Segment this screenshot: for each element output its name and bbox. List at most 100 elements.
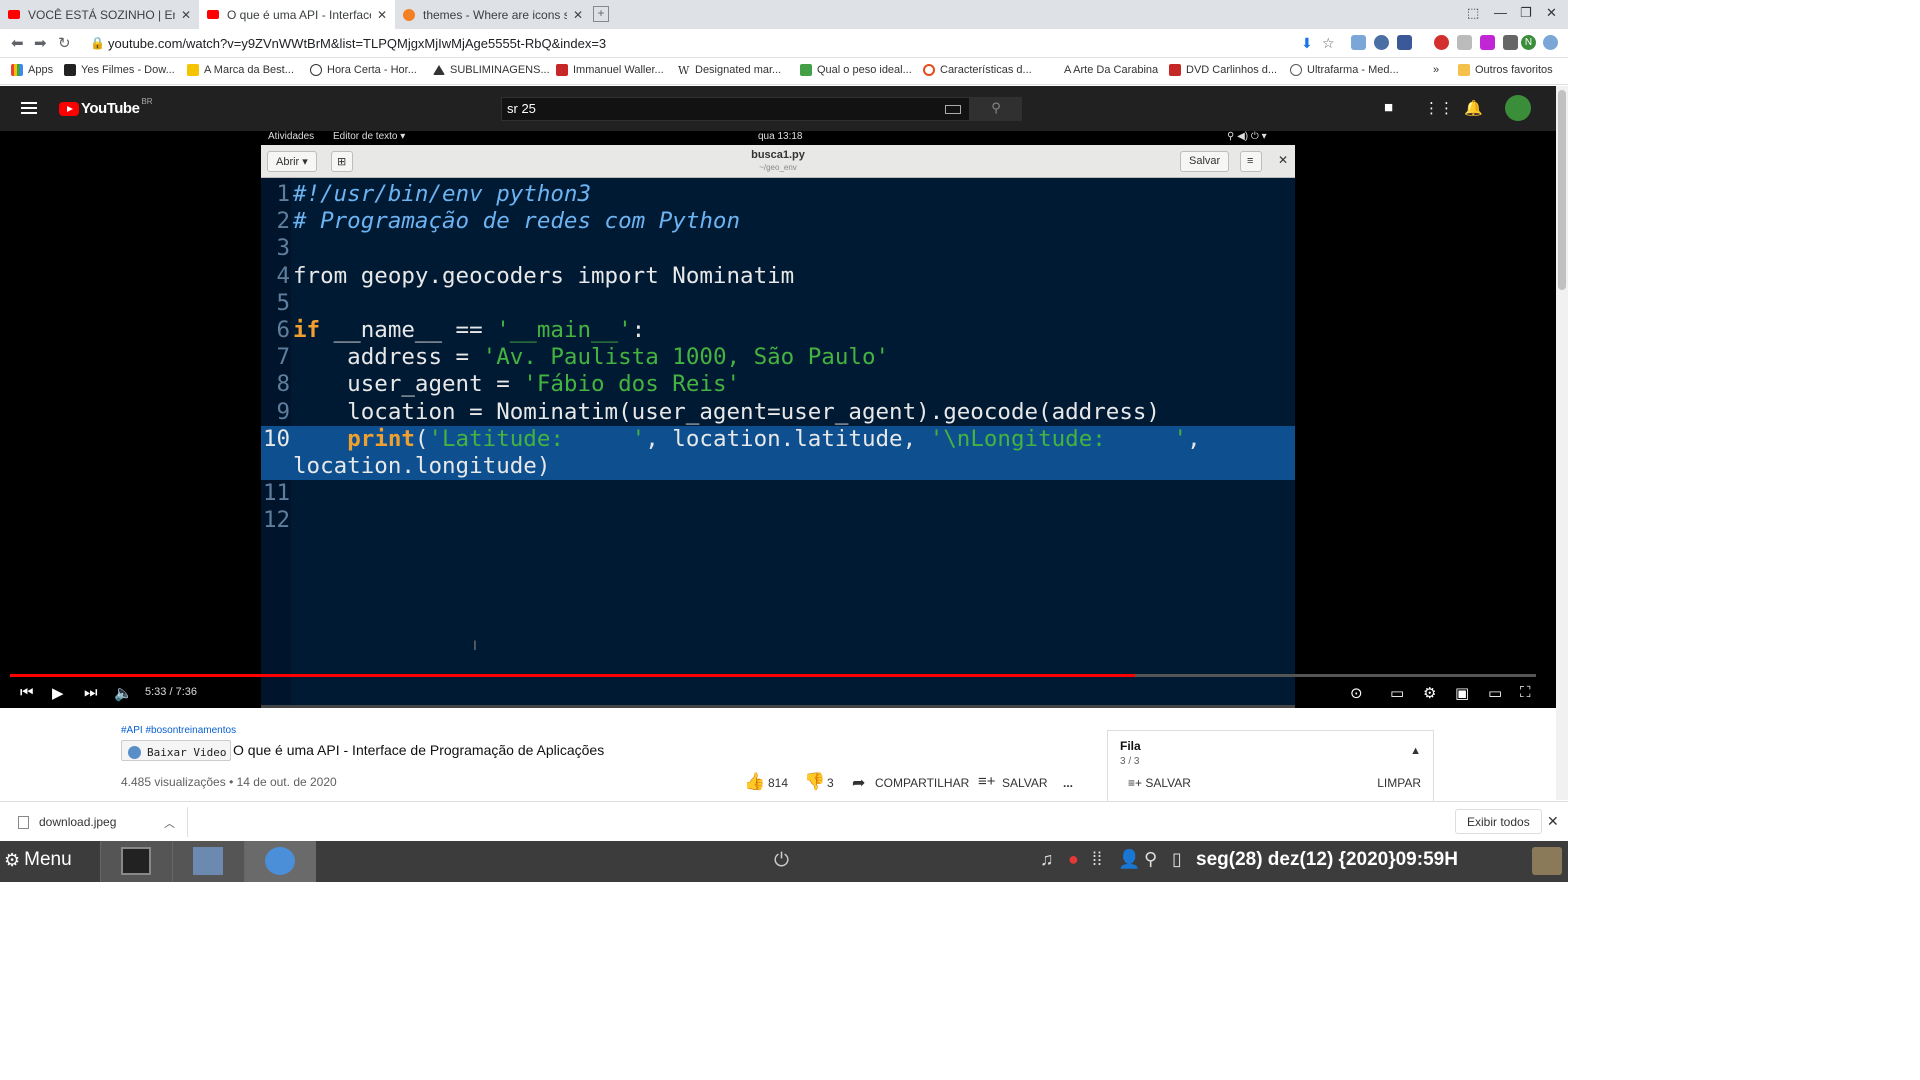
code-line[interactable]: 6 if __name__ == '__main__': — [261, 317, 1295, 344]
progress-bar[interactable] — [10, 674, 1536, 677]
code-line[interactable]: 12 — [261, 507, 1295, 534]
code-line[interactable]: 1 #!/usr/bin/env python3 — [261, 181, 1295, 208]
battery-icon[interactable]: ▯ — [1172, 849, 1182, 870]
extension-download-icon[interactable] — [1457, 35, 1472, 50]
settings-icon[interactable]: ⚙ — [1423, 684, 1436, 702]
restore-icon[interactable]: ❐ — [1520, 5, 1532, 21]
share-icon[interactable]: ➦ — [852, 773, 865, 793]
close-icon[interactable]: ✕ — [573, 8, 583, 22]
extension-icon[interactable] — [1374, 35, 1389, 50]
extension-icon[interactable] — [1480, 35, 1495, 50]
taskbar-app-browser[interactable] — [244, 841, 316, 882]
play-icon[interactable]: ▶ — [52, 684, 64, 702]
youtube-logo[interactable]: YouTube BR — [59, 97, 153, 117]
start-menu-button[interactable]: ⚙ Menu — [4, 849, 72, 871]
forward-icon[interactable]: ➡ — [34, 34, 47, 52]
apps-grid-icon[interactable]: ⋮⋮ — [1424, 99, 1454, 117]
fullscreen-icon[interactable]: ⛶ — [1520, 684, 1531, 701]
more-icon[interactable]: ... — [1063, 776, 1073, 790]
page-scrollbar[interactable] — [1556, 86, 1568, 800]
code-area[interactable]: 1 #!/usr/bin/env python3 2 # Programação de… — [261, 178, 1295, 705]
profile-icon[interactable]: ⬚ — [1467, 5, 1479, 21]
queue-save-button[interactable]: ≡+ SALVAR — [1128, 776, 1191, 790]
bookmark[interactable]: Qual o peso ideal... — [800, 64, 912, 76]
close-icon[interactable]: ✕ — [1547, 813, 1559, 830]
bookmark[interactable]: Ultrafarma - Med... — [1290, 64, 1399, 76]
code-line[interactable]: 11 — [261, 480, 1295, 507]
search-button[interactable]: ⚲ — [970, 97, 1022, 121]
back-icon[interactable]: ⬅ — [11, 34, 24, 52]
scrollbar-thumb[interactable] — [1558, 90, 1566, 290]
close-window-icon[interactable]: ✕ — [1546, 5, 1557, 21]
code-line[interactable]: 10 print('Latitude: ', location.latitude… — [261, 425, 1295, 453]
autoplay-toggle[interactable]: ⊙ — [1350, 684, 1363, 702]
user-icon[interactable]: 👤 — [1118, 849, 1140, 870]
bookmark[interactable]: A Arte Da Carabina — [1064, 64, 1158, 76]
bookmark[interactable]: Yes Filmes - Dow... — [64, 64, 175, 76]
folder-icon[interactable] — [1532, 847, 1562, 875]
download-item[interactable]: download.jpeg — [18, 815, 116, 829]
url-field[interactable]: youtube.com/watch?v=y9ZVnWWtBrM&list=TLP… — [108, 36, 606, 51]
facebook-icon[interactable] — [1397, 35, 1412, 50]
bell-icon[interactable]: 🔔 — [1464, 99, 1483, 117]
bookmark[interactable]: Hora Certa - Hor... — [310, 64, 417, 76]
extension-menu-icon[interactable] — [1503, 35, 1518, 50]
menu-icon[interactable] — [21, 102, 37, 114]
grid-icon[interactable]: ⁞⁞ — [1092, 849, 1102, 870]
create-video-icon[interactable]: ■ — [1384, 99, 1393, 116]
save-button[interactable]: Salvar — [1180, 151, 1230, 172]
previous-icon[interactable]: ⏮ — [20, 684, 34, 701]
tab-1[interactable]: O que é uma API - Interface d ✕ — [199, 0, 395, 29]
bookmark[interactable]: DVD Carlinhos d... — [1169, 64, 1277, 76]
close-icon[interactable]: ✕ — [377, 8, 387, 22]
save-button[interactable]: SALVAR — [1002, 776, 1048, 790]
music-icon[interactable]: ♫ — [1040, 849, 1054, 870]
power-icon[interactable]: ⏻ — [774, 850, 789, 872]
tab-2[interactable]: themes - Where are icons stor ✕ — [395, 0, 591, 29]
taskbar-app-terminal[interactable] — [100, 841, 172, 882]
taskbar-app-virtualbox[interactable] — [172, 841, 244, 882]
bookmark[interactable]: Características d... — [923, 64, 1032, 76]
avatar[interactable] — [1505, 95, 1531, 121]
extension-home-icon[interactable] — [1351, 35, 1366, 50]
profile-avatar[interactable]: N — [1521, 35, 1536, 50]
hamburger-menu-icon[interactable]: ≡ — [1240, 151, 1262, 172]
download-icon[interactable]: ⬇ — [1301, 35, 1316, 51]
bookmark[interactable]: SUBLIMINAGENS... — [433, 64, 550, 76]
bookmark-apps[interactable]: Apps — [11, 64, 53, 76]
chevron-up-icon[interactable]: ▲ — [1410, 745, 1421, 757]
next-icon[interactable]: ⏭ — [84, 684, 98, 701]
add-to-playlist-icon[interactable]: ≡+ — [978, 773, 996, 790]
reload-icon[interactable]: ↻ — [58, 34, 71, 52]
star-icon[interactable]: ☆ — [1322, 35, 1337, 51]
search-input[interactable]: sr 25 — [501, 97, 970, 121]
keyboard-icon[interactable] — [945, 105, 961, 114]
queue-clear-button[interactable]: LIMPAR — [1377, 776, 1421, 790]
show-all-button[interactable]: Exibir todos — [1455, 809, 1542, 834]
code-line[interactable]: location.longitude) — [261, 453, 1295, 480]
subtitles-icon[interactable]: ▭ — [1390, 684, 1404, 702]
volume-icon[interactable]: 🔈 — [114, 684, 133, 702]
close-icon[interactable]: ✕ — [181, 8, 191, 22]
download-video-button[interactable]: Baixar Video — [121, 740, 232, 761]
code-line[interactable]: 9 location = Nominatim(user_agent=user_a… — [261, 399, 1295, 426]
code-line[interactable]: 3 — [261, 235, 1295, 262]
adblock-icon[interactable] — [1434, 35, 1449, 50]
code-line[interactable]: 2 # Programação de redes com Python — [261, 208, 1295, 235]
theater-mode-icon[interactable]: ▭ — [1488, 684, 1502, 702]
code-line[interactable]: 8 user_agent = 'Fábio dos Reis' — [261, 371, 1295, 398]
other-bookmarks[interactable]: Outros favoritos — [1458, 64, 1553, 76]
extension-icon[interactable] — [1543, 35, 1558, 50]
video-player[interactable]: Atividades Editor de texto ▾ qua 13:18 ⚲… — [0, 131, 1556, 708]
bulb-icon[interactable]: ● — [1068, 849, 1079, 870]
new-tab-button[interactable]: + — [593, 6, 609, 22]
code-line[interactable]: 4 from geopy.geocoders import Nominatim — [261, 263, 1295, 290]
network-icon[interactable]: ⚲ — [1144, 849, 1157, 870]
code-line[interactable]: 7 address = 'Av. Paulista 1000, São Paul… — [261, 344, 1295, 371]
hashtags[interactable]: #API #bosontreinamentos — [121, 725, 236, 736]
tab-0[interactable]: VOCÊ ESTÁ SOZINHO | Entend ✕ — [0, 0, 199, 29]
dislike-icon[interactable]: 👎 — [804, 772, 825, 792]
share-button[interactable]: COMPARTILHAR — [875, 776, 969, 790]
bookmarks-overflow[interactable]: » — [1433, 64, 1439, 76]
close-icon[interactable]: ✕ — [1278, 153, 1288, 167]
